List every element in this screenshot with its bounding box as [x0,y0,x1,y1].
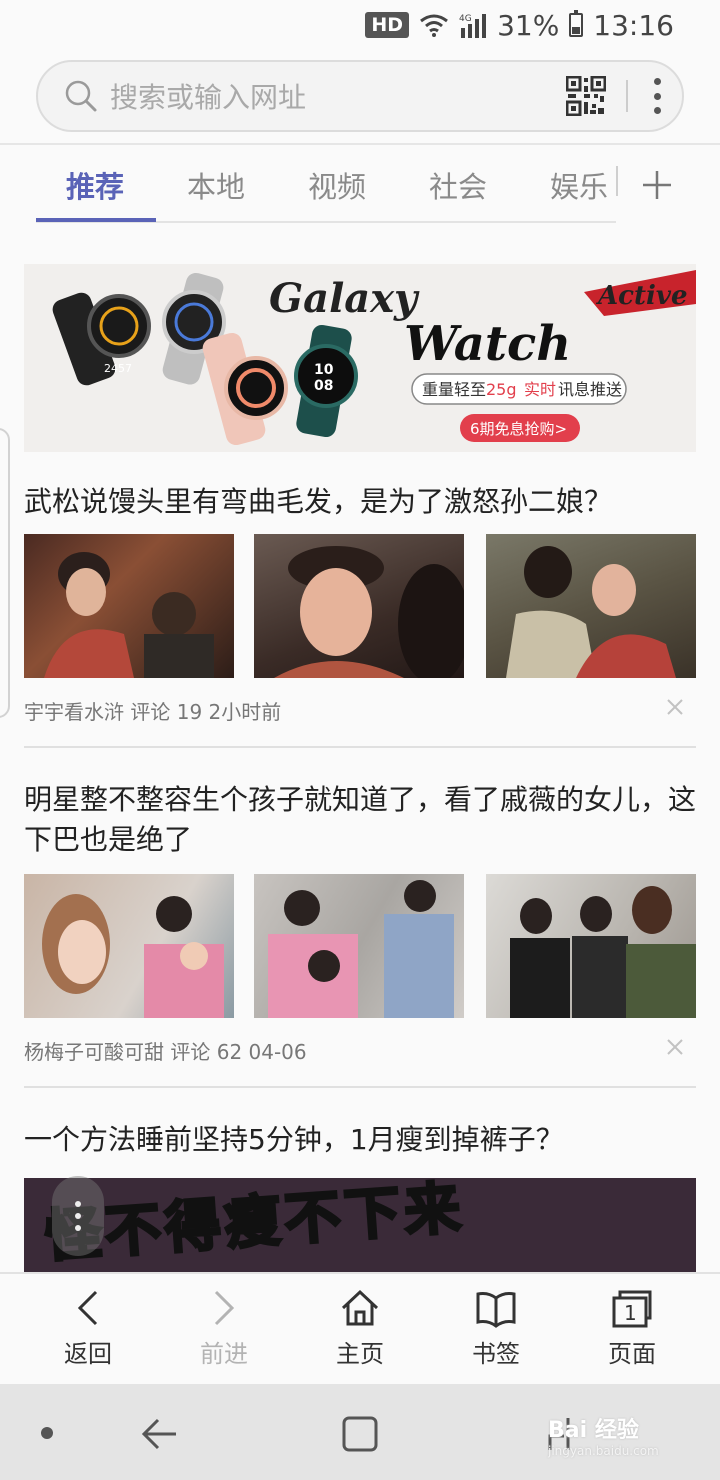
tab-recommend[interactable]: 推荐 [66,164,124,206]
banner-title-line1: Galaxy [269,275,420,322]
watch-time-2: 10 [314,362,334,378]
ad-banner[interactable]: 2457 10 08 Galaxy Active Watch 重量轻至 25g … [24,264,696,452]
battery-percent: 31% [497,8,560,42]
thumbnail-scene [44,552,214,678]
banner-title-line2: Watch [404,316,571,372]
feature-text-c: 讯息推送 [558,380,622,399]
bookmarks-label: 书签 [472,1340,520,1368]
feature-text-a: 重量轻至 [422,380,486,399]
news-thumbnail[interactable] [254,534,464,678]
tabs-icon: 1 [612,1290,652,1328]
news-meta: 宇宇看水浒 评论 19 2小时前 [24,700,282,724]
news-thumbnail-large[interactable]: 怪不得瘦不下来 [24,1178,696,1278]
news-title[interactable]: 武松说馒头里有弯曲毛发，是为了激怒孙二娘？ [24,482,696,522]
watermark-url: jingyan.baidu.com [548,1444,659,1458]
feature-weight: 25g [486,380,517,399]
tab-local[interactable]: 本地 [187,164,245,206]
back-button[interactable]: 返回 [28,1288,148,1369]
caption-highlight: 瘦 [221,1187,288,1259]
home-label: 主页 [336,1340,384,1368]
banner-graphic: 2457 10 08 Galaxy Active Watch 重量轻至 25g … [52,270,696,446]
news-divider [24,746,696,748]
header-divider [0,143,720,145]
news-meta: 杨梅子可酸可甜 评论 62 04-06 [24,1040,307,1064]
svg-text:4G: 4G [459,14,472,24]
banner-cta[interactable]: 6期免息抢购> [470,420,567,438]
qr-scan-icon[interactable] [566,76,606,116]
tab-society[interactable]: 社会 [429,164,487,206]
search-icon [65,80,97,112]
battery-icon [569,10,584,37]
forward-button[interactable]: 前进 [164,1288,284,1369]
news-thumbnail[interactable] [24,534,234,678]
add-tab-icon[interactable] [642,170,672,200]
watermark-text: Bai 经验 [548,1418,639,1443]
back-arrow-icon [77,1290,98,1326]
browser-toolbar: 返回 前进 主页 书签 1 页面 [0,1272,720,1384]
caption-part-c: 不下来 [281,1178,468,1255]
dismiss-icon[interactable] [666,698,684,716]
tab-entertainment[interactable]: 娱乐 [550,164,608,206]
news-thumbnail[interactable] [486,534,696,678]
news-thumbnail[interactable] [254,874,464,1018]
address-bar[interactable]: 搜索或输入网址 [36,60,684,132]
back-label: 返回 [64,1340,112,1368]
forward-label: 前进 [200,1340,248,1368]
active-tab-indicator [36,218,156,222]
tab-video[interactable]: 视频 [308,164,366,206]
banner-tag: Active [595,281,688,311]
thumbnail-scene [506,546,676,678]
dismiss-icon[interactable] [666,1038,684,1056]
watch-rose [202,332,288,446]
tab-count: 1 [624,1301,637,1325]
watch-black [52,292,151,386]
clock: 13:16 [593,8,674,42]
news-title[interactable]: 一个方法睡前坚持5分钟，1月瘦到掉裤子？ [24,1120,696,1160]
category-tabs: 推荐 本地 视频 社会 娱乐 [0,146,720,224]
watermark: Bai 经验 jingyan.baidu.com [548,1412,659,1458]
home-button[interactable]: 主页 [300,1288,420,1369]
bookmark-book-icon [476,1292,516,1328]
forward-arrow-icon [214,1290,235,1326]
thumbnail-scene [274,546,464,678]
dot-icon[interactable] [40,1426,54,1440]
system-home-icon[interactable] [340,1414,380,1454]
watch-time-1: 2457 [104,362,132,375]
news-divider [24,1086,696,1088]
home-icon [341,1289,379,1326]
tabs-button[interactable]: 1 页面 [572,1288,692,1369]
signal-icon: 4G [459,14,487,38]
tabs-label: 页面 [608,1340,656,1368]
status-bar: HD 4G 31% 13:16 [0,0,720,50]
feature-text-b: 实时 [524,380,556,399]
news-thumbnail[interactable] [24,874,234,1018]
thumbnail-scene [510,886,696,1018]
wifi-icon [420,14,448,37]
thumbnail-scene [268,880,454,1018]
more-menu-icon[interactable] [652,78,662,114]
bookmarks-button[interactable]: 书签 [436,1288,556,1369]
tab-separator [616,166,618,196]
search-separator [626,80,628,112]
edge-panel-handle[interactable] [0,428,10,718]
news-thumbnail[interactable] [486,874,696,1018]
thumbnail-scene [42,894,224,1018]
search-input[interactable]: 搜索或输入网址 [110,76,566,116]
hd-badge: HD [365,12,410,38]
news-title[interactable]: 明星整不整容生个孩子就知道了，看了戚薇的女儿，这下巴也是绝了 [24,780,696,860]
thumbnail-caption: 怪不得瘦不下来 [41,1178,468,1273]
watch-time-3: 08 [314,378,333,394]
floating-more-icon[interactable] [52,1176,104,1256]
system-back-icon[interactable] [140,1414,180,1454]
